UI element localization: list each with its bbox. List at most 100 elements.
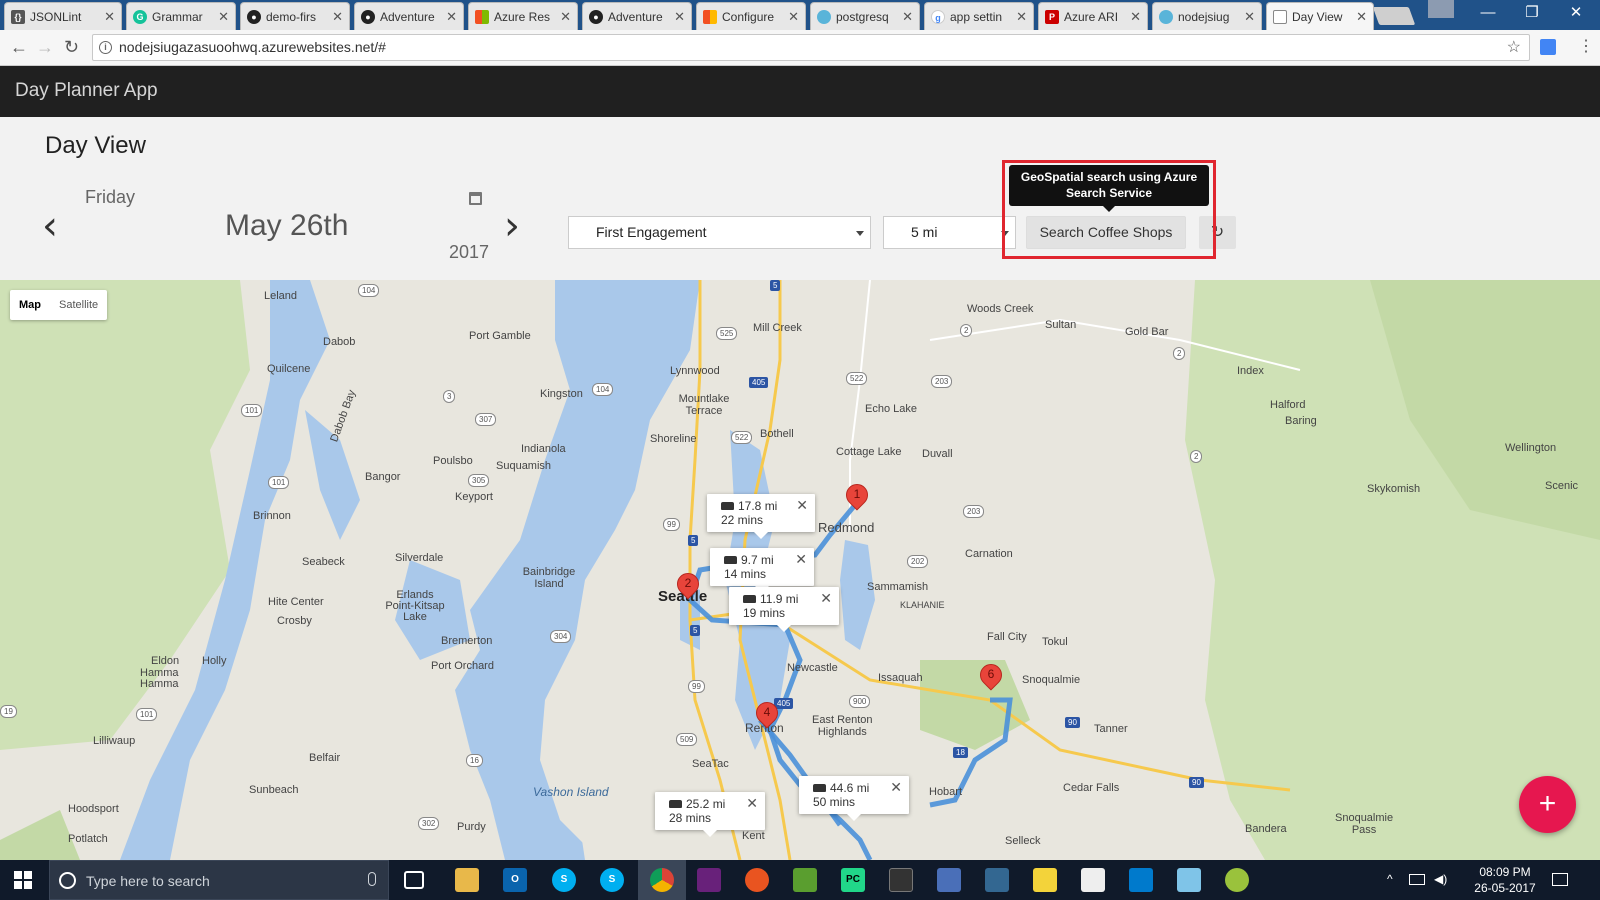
address-bar[interactable]: i nodejsiugazasuoohwq.azurewebsites.net/… xyxy=(92,34,1530,61)
system-clock[interactable]: 08:09 PM 26-05-2017 xyxy=(1470,864,1540,896)
close-icon[interactable]: ✕ xyxy=(560,9,571,25)
close-icon[interactable]: ✕ xyxy=(1016,9,1027,25)
task-view-icon[interactable] xyxy=(404,871,424,889)
place-label: Port Gamble xyxy=(469,330,531,342)
visual-studio-icon[interactable] xyxy=(697,868,721,892)
route-info-box[interactable]: 17.8 mi 22 mins ✕ xyxy=(707,494,815,539)
close-icon[interactable]: ✕ xyxy=(746,796,758,810)
maximize-button[interactable]: ❐ xyxy=(1510,0,1554,28)
close-icon[interactable]: ✕ xyxy=(218,9,229,25)
app-icon[interactable] xyxy=(1177,868,1201,892)
highlight-box xyxy=(1002,160,1216,259)
place-label: East Renton Highlands xyxy=(812,714,873,738)
route-info-box[interactable]: 44.6 mi 50 mins ✕ xyxy=(799,776,909,821)
route-info-box[interactable]: 25.2 mi 28 mins ✕ xyxy=(655,792,765,837)
map-canvas[interactable]: Map Satellite Leland Port Gamble Dabob Q… xyxy=(0,280,1600,860)
browser-tab[interactable]: {} JSONLint ✕ xyxy=(4,2,122,30)
vscode-icon[interactable] xyxy=(1129,868,1153,892)
browser-tab[interactable]: g app settin ✕ xyxy=(924,2,1034,30)
previous-day-icon[interactable]: ‹ xyxy=(42,203,58,249)
photos-icon[interactable] xyxy=(1081,868,1105,892)
terminal-icon[interactable] xyxy=(889,868,913,892)
highway-shield: 202 xyxy=(907,555,929,568)
volume-icon[interactable]: ◀) xyxy=(1434,872,1447,886)
map-pin[interactable]: 6 xyxy=(975,659,1007,697)
close-icon[interactable]: ✕ xyxy=(788,9,799,25)
radius-select[interactable]: 5 mi xyxy=(883,216,1016,249)
place-label: Cottage Lake xyxy=(836,446,902,458)
close-icon[interactable]: ✕ xyxy=(902,9,913,25)
map-pin[interactable]: 1 xyxy=(841,479,873,517)
browser-tab[interactable]: nodejsiug ✕ xyxy=(1152,2,1262,30)
sticky-notes-icon[interactable] xyxy=(1033,868,1057,892)
minimize-button[interactable]: — xyxy=(1466,0,1510,28)
notifications-icon[interactable] xyxy=(1552,873,1568,886)
translate-icon[interactable] xyxy=(1540,39,1556,55)
close-icon[interactable]: ✕ xyxy=(1244,9,1255,25)
map-pin[interactable]: 2 xyxy=(672,568,704,606)
app-brand[interactable]: Day Planner App xyxy=(15,80,158,102)
close-icon[interactable]: ✕ xyxy=(1356,9,1367,25)
microphone-icon[interactable] xyxy=(368,872,376,886)
paint-icon[interactable] xyxy=(1225,868,1249,892)
browser-tab[interactable]: ● Adventure ✕ xyxy=(582,2,692,30)
place-label: Hoodsport xyxy=(68,803,119,815)
close-icon[interactable]: ✕ xyxy=(820,591,832,605)
browser-tab[interactable]: P Azure ARI ✕ xyxy=(1038,2,1148,30)
browser-tab[interactable]: G Grammar ✕ xyxy=(126,2,236,30)
menu-icon[interactable]: ⋮ xyxy=(1578,36,1594,56)
route-info-box[interactable]: 9.7 mi 14 mins ✕ xyxy=(710,548,814,593)
cortana-icon xyxy=(59,872,76,889)
new-tab-button[interactable] xyxy=(1372,7,1416,25)
place-label: Kent xyxy=(742,830,765,842)
close-icon[interactable]: ✕ xyxy=(332,9,343,25)
taskbar-search-box[interactable]: Type here to search xyxy=(49,860,389,900)
forward-icon[interactable]: → xyxy=(36,37,54,58)
map-type-satellite[interactable]: Satellite xyxy=(50,290,107,320)
browser-tab[interactable]: postgresq ✕ xyxy=(810,2,920,30)
close-icon[interactable]: ✕ xyxy=(795,552,807,566)
browser-tab[interactable]: ● Adventure ✕ xyxy=(354,2,464,30)
chevron-up-icon[interactable]: ^ xyxy=(1387,872,1393,886)
skype-business-icon[interactable]: S xyxy=(552,868,576,892)
place-label: Suquamish xyxy=(496,460,552,472)
postgresql-icon[interactable] xyxy=(985,868,1009,892)
close-icon[interactable]: ✕ xyxy=(890,780,902,794)
browser-tab[interactable]: ● demo-firs ✕ xyxy=(240,2,350,30)
back-icon[interactable]: ← xyxy=(10,37,28,58)
place-label: Newcastle xyxy=(787,662,838,674)
skype-icon[interactable]: S xyxy=(600,868,624,892)
browser-tab[interactable]: Configure ✕ xyxy=(696,2,806,30)
close-icon[interactable]: ✕ xyxy=(674,9,685,25)
close-icon[interactable]: ✕ xyxy=(446,9,457,25)
network-tool-icon[interactable] xyxy=(937,868,961,892)
place-label: Bangor xyxy=(365,471,401,483)
add-engagement-button[interactable]: + xyxy=(1519,776,1576,833)
map-type-map[interactable]: Map xyxy=(10,290,50,320)
pycharm-icon[interactable]: PC xyxy=(841,868,865,892)
calendar-icon[interactable] xyxy=(469,192,482,205)
network-icon[interactable] xyxy=(1409,874,1425,885)
map-pin[interactable]: 4 xyxy=(751,697,783,735)
browser-tab[interactable]: Azure Res ✕ xyxy=(468,2,578,30)
file-explorer-icon[interactable] xyxy=(455,868,479,892)
close-icon[interactable]: ✕ xyxy=(104,9,115,25)
route-info-box[interactable]: 11.9 mi 19 mins ✕ xyxy=(729,587,839,632)
windows-start-icon[interactable] xyxy=(14,871,32,889)
reload-icon[interactable]: ↻ xyxy=(64,37,79,58)
outlook-icon[interactable]: O xyxy=(503,868,527,892)
close-window-button[interactable]: ✕ xyxy=(1554,0,1598,28)
profile-icon[interactable] xyxy=(1428,0,1454,18)
info-icon[interactable]: i xyxy=(99,41,112,54)
year-label: 2017 xyxy=(449,242,490,262)
star-icon[interactable]: ☆ xyxy=(1507,35,1521,60)
weekday-label: Friday xyxy=(85,187,136,207)
browser-tab-active[interactable]: Day View ✕ xyxy=(1266,2,1374,30)
next-day-icon[interactable]: › xyxy=(504,203,520,249)
engagement-select[interactable]: First Engagement xyxy=(568,216,871,249)
ubuntu-icon[interactable] xyxy=(745,868,769,892)
close-icon[interactable]: ✕ xyxy=(1130,9,1141,25)
chrome-icon[interactable] xyxy=(650,868,674,892)
spreadsheet-icon[interactable] xyxy=(793,868,817,892)
close-icon[interactable]: ✕ xyxy=(796,498,808,512)
